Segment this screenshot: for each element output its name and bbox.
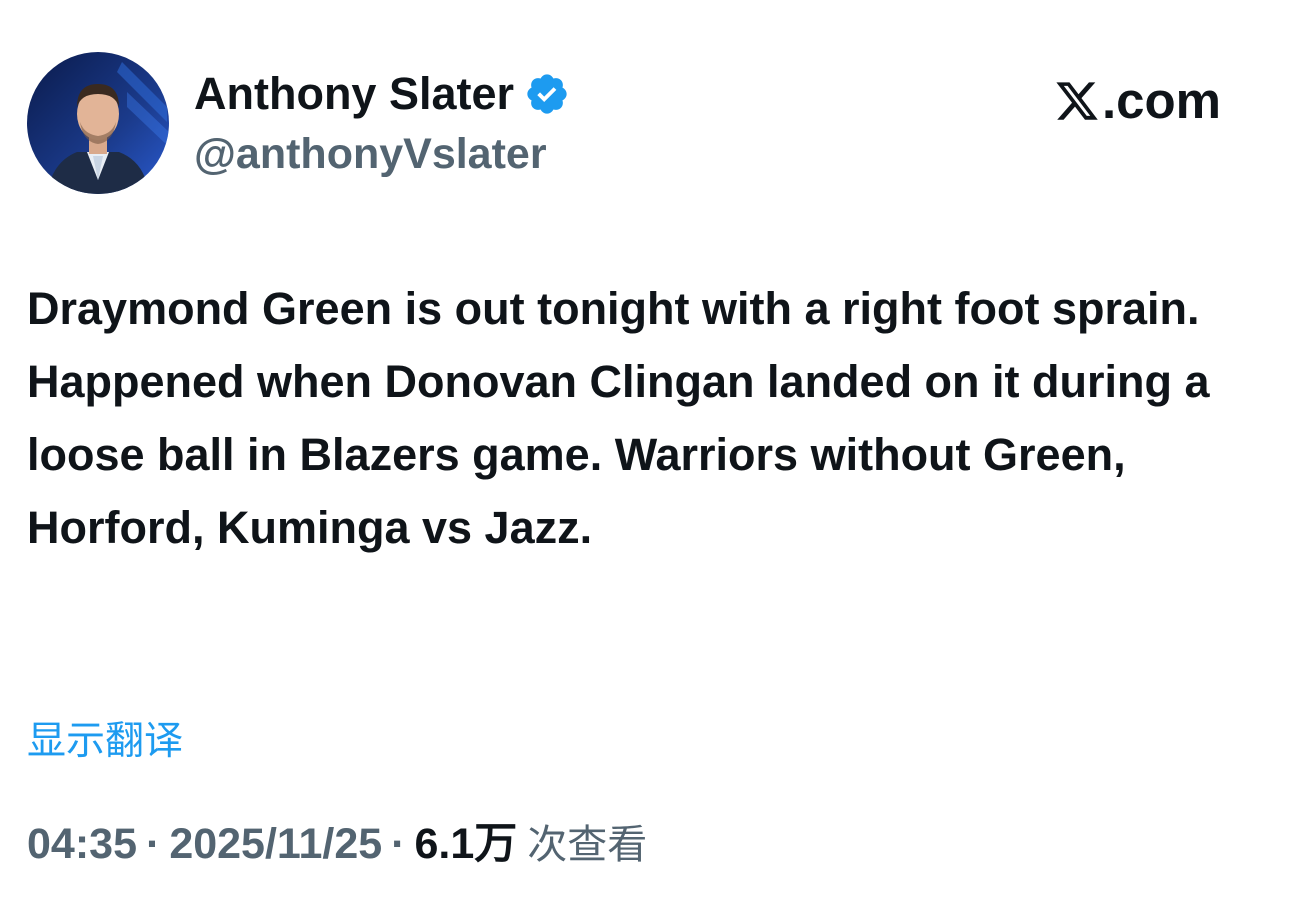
author-handle[interactable]: @anthonyVslater [194,128,547,180]
x-logo-icon [1056,82,1098,120]
separator: · [145,820,161,868]
separator: · [391,820,406,868]
profile-photo [27,52,169,194]
brand-watermark: .com [1054,72,1221,130]
tweet-body: Draymond Green is out tonight with a rig… [27,283,1210,553]
tweet-metadata: 04:35 · 2025/11/25 · 6.1万 次查看 [27,816,647,873]
author-display-name[interactable]: Anthony Slater [194,68,570,120]
show-translation-link[interactable]: 显示翻译 [27,716,183,768]
views-label: 次查看 [527,822,648,868]
tweet-time[interactable]: 04:35 [27,816,137,872]
verified-badge-icon[interactable] [524,71,570,117]
brand-text: .com [1102,72,1222,129]
views-count: 6.1万 [414,820,518,868]
avatar[interactable] [27,52,169,194]
author-name-text[interactable]: Anthony Slater [194,68,514,120]
tweet-date[interactable]: 2025/11/25 [169,816,382,872]
